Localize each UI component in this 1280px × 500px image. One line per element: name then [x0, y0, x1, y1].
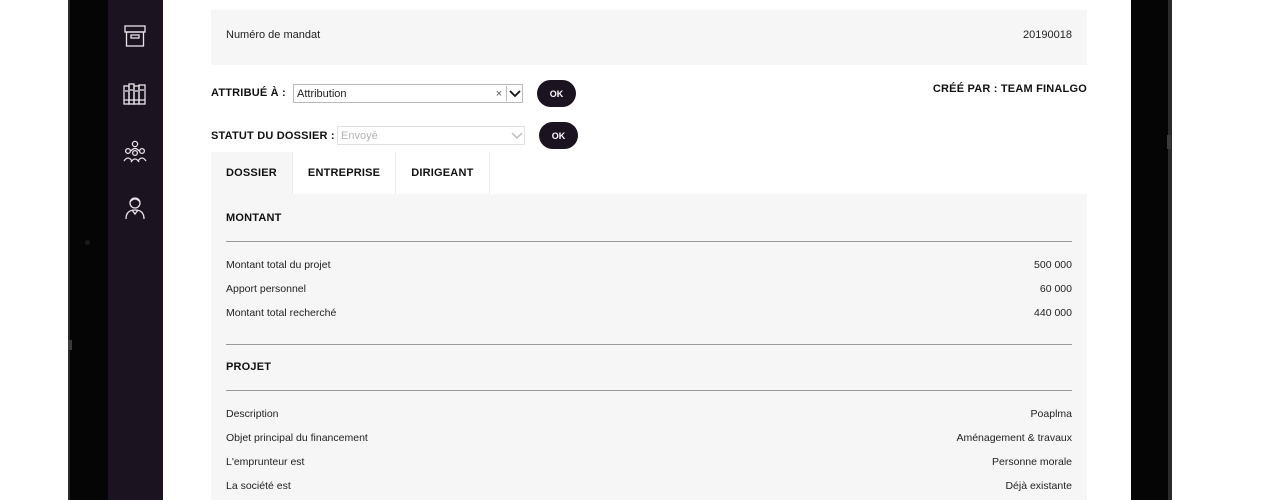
row-value: Poaplma	[1030, 408, 1072, 420]
row-value: 60 000	[1039, 283, 1072, 295]
created-by-label: CRÉÉ PAR : TEAM FINALGO	[932, 83, 1087, 95]
row-value: 440 000	[1034, 307, 1072, 319]
row-value: Aménagement & travaux	[956, 432, 1072, 444]
binders-icon	[123, 83, 146, 105]
tab-dirigeant[interactable]: DIRIGEANT	[396, 152, 490, 194]
device-side-button-right	[1167, 135, 1171, 149]
row-label: Objet principal du financement	[226, 432, 368, 444]
nav-item-user[interactable]	[121, 194, 149, 222]
assigned-to-select[interactable]: Attribution ×	[293, 84, 523, 103]
status-value: Envoyé	[341, 129, 378, 142]
section-title-projet: PROJET	[226, 361, 272, 373]
assigned-to-label: ATTRIBUÉ À :	[211, 87, 286, 99]
row-value: Déjà existante	[1005, 480, 1072, 492]
tab-dossier[interactable]: DOSSIER	[211, 152, 293, 194]
row-value: Personne morale	[992, 456, 1072, 468]
device-bezel-right	[1131, 0, 1169, 500]
section-divider	[226, 241, 1072, 242]
main-screen: Numéro de mandat 20190018 ATTRIBUÉ À : A…	[163, 0, 1131, 500]
app-sidebar	[108, 0, 163, 500]
section-divider	[226, 344, 1072, 345]
status-select[interactable]: Envoyé	[337, 126, 525, 145]
tab-bar: DOSSIER ENTREPRISE DIRIGEANT	[211, 152, 490, 194]
user-icon	[125, 197, 145, 220]
row-label: Description	[226, 408, 279, 420]
mandat-panel: Numéro de mandat 20190018	[211, 10, 1087, 65]
section-divider	[226, 390, 1072, 391]
nav-item-archive[interactable]	[121, 22, 149, 50]
section-title-montant: MONTANT	[226, 212, 282, 224]
assign-ok-button[interactable]: OK	[537, 80, 576, 107]
mandat-value: 20190018	[1023, 29, 1072, 41]
device-side-button-left	[68, 340, 72, 350]
row-label: Montant total recherché	[226, 307, 337, 319]
mandat-label: Numéro de mandat	[226, 29, 321, 41]
clear-icon[interactable]: ×	[492, 88, 506, 100]
status-label: STATUT DU DOSSIER :	[211, 130, 335, 142]
device-camera	[85, 240, 90, 245]
archive-box-icon	[124, 25, 146, 47]
nav-item-team[interactable]	[121, 138, 149, 166]
team-icon	[123, 140, 147, 163]
row-label: La société est	[226, 480, 291, 492]
row-label: Montant total du projet	[226, 259, 331, 271]
device-bezel-left	[70, 0, 108, 500]
device-bezel-edge-right	[1168, 0, 1172, 500]
nav-item-binders[interactable]	[121, 80, 149, 108]
status-ok-button[interactable]: OK	[539, 122, 578, 149]
chevron-down-icon[interactable]	[507, 85, 522, 102]
assigned-to-value: Attribution	[297, 87, 347, 100]
row-value: 500 000	[1034, 259, 1072, 271]
tab-entreprise[interactable]: ENTREPRISE	[292, 152, 397, 194]
dossier-panel: MONTANT Montant total du projet 500 000 …	[211, 194, 1087, 500]
chevron-down-icon[interactable]	[509, 127, 524, 144]
row-label: L'emprunteur est	[226, 456, 305, 468]
row-label: Apport personnel	[226, 283, 306, 295]
